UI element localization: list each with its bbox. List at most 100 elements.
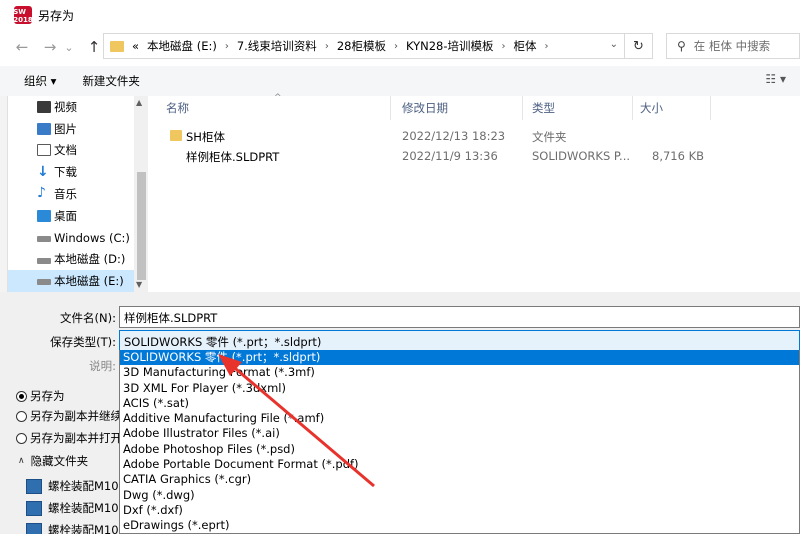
- refresh-icon[interactable]: ↻: [624, 34, 652, 58]
- window-title: 另存为: [38, 8, 75, 23]
- folder-icon: [170, 130, 182, 141]
- type-option[interactable]: Adobe Portable Document Format (*.pdf): [120, 457, 799, 472]
- navigation-row: ← → ⌄ ↑ « 本地磁盘 (E:) › 7.线束培训资料 › 28柜模板 ›…: [0, 30, 800, 64]
- filename-field[interactable]: 样例柜体.SLDPRT: [119, 306, 800, 328]
- type-option[interactable]: Adobe Illustrator Files (*.ai): [120, 426, 799, 441]
- nav-pane-scrollbar[interactable]: ▲ ▼: [134, 96, 148, 292]
- column-divider[interactable]: [522, 96, 523, 120]
- sidebar-item-pictures[interactable]: 图片: [8, 118, 148, 140]
- type-option[interactable]: SOLIDWORKS 零件 (*.prt；*.sldprt): [120, 350, 799, 366]
- sidebar-item-label: 本地磁盘 (D:): [54, 252, 126, 267]
- radio-save-copy-continue[interactable]: 另存为副本并继续: [16, 408, 122, 424]
- sidebar-item-videos[interactable]: 视频: [8, 96, 148, 118]
- column-divider[interactable]: [390, 96, 391, 120]
- sidebar-item-drive-e[interactable]: 本地磁盘 (E:): [8, 270, 148, 292]
- documents-icon: [37, 144, 51, 157]
- description-label: 说明:: [89, 359, 116, 373]
- music-icon: ♪: [37, 185, 46, 202]
- file-list: ^ 名称 修改日期 类型 大小 SH柜体 2022/12/13 18:23 文件…: [150, 93, 800, 292]
- type-option[interactable]: Additive Manufacturing File (*.amf): [120, 411, 799, 426]
- search-placeholder: 在 柜体 中搜索: [693, 39, 771, 53]
- type-option[interactable]: Dxf (*.dxf): [120, 503, 799, 518]
- radio-save-copy-open[interactable]: 另存为副本并打开: [16, 430, 122, 446]
- radio-label: 另存为副本并继续: [30, 409, 122, 423]
- sort-ascending-icon: ^: [274, 93, 282, 103]
- scroll-down-icon[interactable]: ▼: [136, 280, 142, 289]
- organize-button[interactable]: 组织 ▾: [24, 73, 56, 89]
- radio-icon: [16, 432, 27, 444]
- chevron-down-icon[interactable]: ⌄: [610, 39, 618, 50]
- file-type: 文件夹: [532, 130, 567, 144]
- file-date: 2022/12/13 18:23: [402, 129, 506, 143]
- view-options-icon[interactable]: ☷ ▾: [765, 72, 786, 86]
- hide-folders-label: 隐藏文件夹: [30, 454, 89, 468]
- column-divider[interactable]: [710, 96, 711, 120]
- breadcrumb-item[interactable]: 柜体: [514, 38, 537, 54]
- sidebar-item-label: Windows (C:): [54, 230, 130, 245]
- forward-arrow-icon[interactable]: →: [38, 35, 62, 59]
- type-option[interactable]: 3D Manufacturing Format (*.3mf): [120, 365, 799, 380]
- chevron-up-icon: ∧: [18, 456, 25, 466]
- save-type-select[interactable]: SOLIDWORKS 零件 (*.prt；*.sldprt): [119, 330, 800, 352]
- sidebar-item-documents[interactable]: 文档: [8, 140, 148, 162]
- breadcrumb-separator-icon: ›: [224, 40, 229, 52]
- file-name: 样例柜体.SLDPRT: [186, 150, 280, 164]
- navigation-pane: 视频 图片 文档 ↓ 下载 ♪ 音乐 桌面 Windows (C:) 本地磁盘 (D…: [8, 96, 148, 292]
- column-header-name[interactable]: 名称: [166, 100, 189, 116]
- video-icon: [37, 100, 51, 113]
- sidebar-item-drive-c[interactable]: Windows (C:): [8, 227, 148, 249]
- type-option[interactable]: ACIS (*.sat): [120, 396, 799, 411]
- new-folder-button[interactable]: 新建文件夹: [82, 73, 140, 89]
- sidebar-item-desktop[interactable]: 桌面: [8, 205, 148, 227]
- back-arrow-icon[interactable]: ←: [10, 35, 34, 59]
- radio-selected-icon: [16, 390, 27, 402]
- column-header-type[interactable]: 类型: [532, 100, 555, 116]
- sidebar-item-drive-d[interactable]: 本地磁盘 (D:): [8, 249, 148, 271]
- column-header-size[interactable]: 大小: [640, 100, 663, 116]
- search-icon: ⚲: [677, 39, 686, 53]
- sidebar-item-label: 图片: [54, 121, 77, 136]
- background-file-item: 螺栓装配M10-5: [26, 500, 130, 516]
- breadcrumb-overflow[interactable]: «: [132, 39, 139, 53]
- breadcrumb-item[interactable]: 7.线束培训资料: [237, 38, 317, 54]
- solidworks-app-icon: SW 2018: [13, 6, 33, 24]
- breadcrumb-item[interactable]: 28柜模板: [337, 38, 386, 54]
- breadcrumb-separator-icon: ›: [393, 40, 398, 52]
- column-header-date[interactable]: 修改日期: [402, 100, 448, 116]
- window-left-edge: [0, 96, 8, 292]
- download-icon: ↓: [37, 164, 49, 181]
- save-type-label: 保存类型(T):: [50, 335, 116, 349]
- search-input[interactable]: ⚲ 在 柜体 中搜索: [666, 33, 800, 59]
- type-option[interactable]: Dwg (*.dwg): [120, 488, 799, 503]
- type-option[interactable]: CATIA Graphics (*.cgr): [120, 472, 799, 487]
- command-bar: 组织 ▾ 新建文件夹 ☷ ▾: [0, 66, 800, 96]
- type-option[interactable]: Adobe Photoshop Files (*.psd): [120, 442, 799, 457]
- filename-label: 文件名(N):: [60, 311, 116, 325]
- address-bar[interactable]: « 本地磁盘 (E:) › 7.线束培训资料 › 28柜模板 › KYN28-培…: [103, 33, 653, 59]
- recent-locations-icon[interactable]: ⌄: [62, 35, 76, 59]
- sidebar-item-downloads[interactable]: ↓ 下载: [8, 161, 148, 183]
- drive-icon: [37, 257, 51, 264]
- file-row-folder[interactable]: SH柜体 2022/12/13 18:23 文件夹: [150, 126, 800, 146]
- type-option[interactable]: eDrawings (*.eprt): [120, 518, 799, 533]
- part-thumbnail-icon: [26, 478, 42, 494]
- file-type: SOLIDWORKS P...: [532, 149, 631, 163]
- breadcrumb-item[interactable]: 本地磁盘 (E:): [147, 38, 217, 54]
- scroll-up-icon[interactable]: ▲: [136, 98, 142, 107]
- scrollbar-thumb[interactable]: [137, 172, 146, 280]
- folder-icon: [110, 40, 124, 52]
- hide-folders-button[interactable]: ∧ 隐藏文件夹: [18, 453, 88, 469]
- file-name: SH柜体: [186, 130, 225, 144]
- sidebar-item-music[interactable]: ♪ 音乐: [8, 183, 148, 205]
- title-bar: SW 2018 另存为: [0, 0, 800, 30]
- background-file-item: 螺栓装配M10-5: [26, 522, 130, 534]
- type-option[interactable]: 3D XML For Player (*.3dxml): [120, 381, 799, 396]
- file-row-part[interactable]: 样例柜体.SLDPRT 2022/11/9 13:36 SOLIDWORKS P…: [150, 146, 800, 166]
- breadcrumb-item[interactable]: KYN28-培训模板: [406, 38, 494, 54]
- radio-label: 另存为副本并打开: [30, 431, 122, 445]
- column-divider[interactable]: [632, 96, 633, 120]
- background-file-name: 螺栓装配M10-4: [48, 479, 131, 493]
- radio-save-as[interactable]: 另存为: [16, 388, 65, 404]
- part-thumbnail-icon: [26, 522, 42, 534]
- radio-label: 另存为: [30, 389, 65, 403]
